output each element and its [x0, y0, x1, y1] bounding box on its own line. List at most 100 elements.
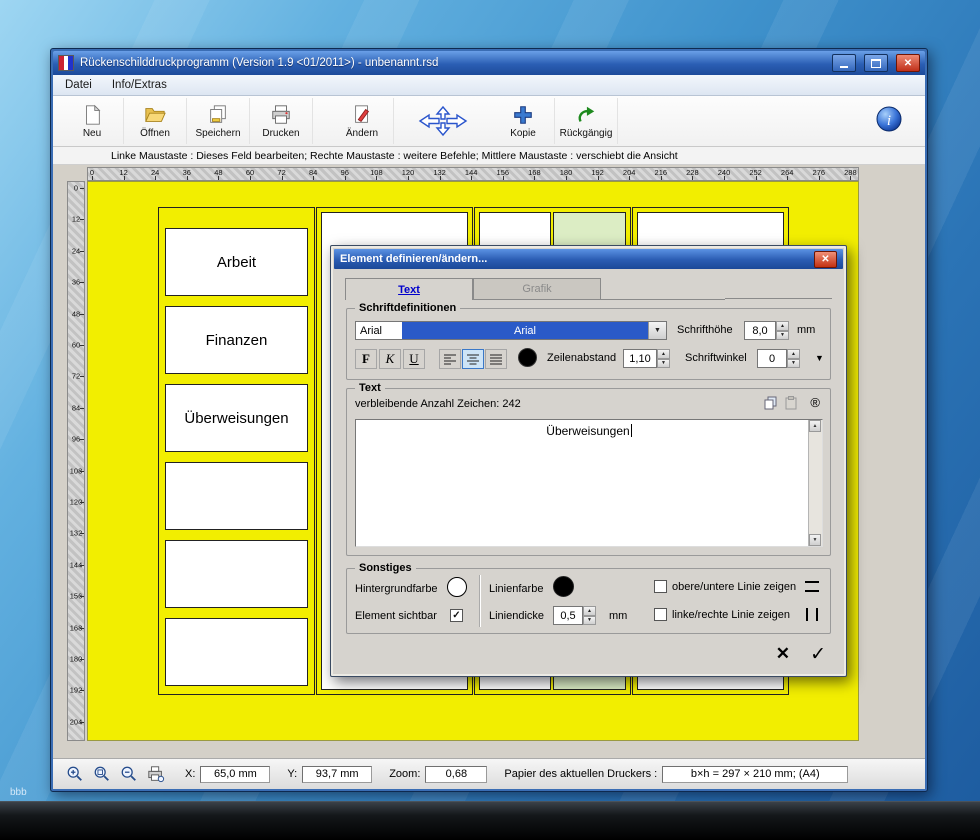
minimize-button[interactable]	[832, 54, 856, 72]
toolbar-button-drucken[interactable]: Drucken	[250, 98, 313, 144]
spin-up-button[interactable]: ▲	[583, 606, 596, 616]
zeilenabstand-value[interactable]: 1,10	[623, 349, 657, 368]
align-center-button[interactable]	[462, 349, 484, 369]
svg-text:i: i	[887, 113, 891, 129]
font-color-swatch[interactable]	[518, 348, 537, 367]
y-label: Y:	[287, 768, 298, 780]
line-color-swatch[interactable]	[553, 576, 574, 597]
tab-text[interactable]: Text	[345, 278, 473, 300]
label-cell[interactable]	[165, 618, 308, 686]
toolbar-button-neu[interactable]: Neu	[61, 98, 124, 144]
ruler-tick	[80, 439, 84, 441]
ruler-tick	[80, 376, 84, 378]
align-left-icon	[444, 354, 456, 364]
toolbar-button-rueckgaengig[interactable]: Rückgängig	[555, 98, 618, 144]
italic-label: K	[385, 351, 395, 366]
copy-icon	[764, 396, 776, 409]
spin-up-button[interactable]: ▲	[776, 321, 789, 331]
font-name-text: Arial	[360, 324, 383, 337]
remaining-chars-label: verbleibende Anzahl Zeichen: 242	[355, 398, 521, 410]
ruler-tick	[692, 176, 694, 180]
label-cell[interactable]: Finanzen	[165, 306, 308, 374]
horizontal-ruler: 0 12 24 36 48 60 72 84 96 108 120 132 144 156 168 180 19…	[87, 167, 859, 181]
scroll-down-icon: ▼	[812, 537, 818, 543]
dialog-titlebar[interactable]: Element definieren/ändern... ✕	[334, 249, 843, 269]
zoom-field[interactable]: 0,68	[425, 765, 488, 783]
print-preview-button[interactable]	[146, 764, 166, 784]
label-cell[interactable]	[165, 540, 308, 608]
schrifthoehe-value[interactable]: 8,0	[744, 321, 776, 340]
x-position-field[interactable]: 65,0 mm	[200, 765, 271, 783]
maximize-button[interactable]	[864, 54, 888, 72]
dialog-close-button[interactable]: ✕	[814, 250, 837, 268]
schriftwinkel-dropdown-button[interactable]: ▼	[815, 353, 824, 363]
ruler-tick	[566, 176, 567, 180]
zoom-in-button[interactable]	[65, 764, 85, 784]
ruler-tick	[92, 176, 93, 180]
close-button[interactable]: ✕	[896, 54, 920, 72]
label-cell[interactable]: Überweisungen	[165, 384, 308, 452]
font-family-combobox[interactable]: Arial Arial ▼	[355, 321, 667, 340]
tab-grafik[interactable]: Grafik	[473, 278, 601, 299]
liniendicke-value[interactable]: 0,5	[553, 606, 583, 625]
scroll-down-button[interactable]: ▼	[809, 534, 821, 546]
spin-up-button[interactable]: ▲	[787, 349, 800, 359]
zoom-out-button[interactable]	[119, 764, 139, 784]
spin-down-button[interactable]: ▼	[657, 358, 670, 368]
ruler-tick	[818, 176, 820, 180]
align-justify-icon	[490, 354, 502, 364]
ruler-tick	[344, 176, 346, 180]
toolbar-button-aendern[interactable]: Ändern	[331, 98, 394, 144]
element-visible-checkbox[interactable]: ✓	[450, 609, 463, 622]
align-left-button[interactable]	[439, 349, 461, 369]
label-cell[interactable]	[165, 462, 308, 530]
zoom-fit-button[interactable]	[92, 764, 112, 784]
align-justify-button[interactable]	[485, 349, 507, 369]
element-text-area[interactable]: Überweisungen ▲ ▼	[355, 419, 823, 547]
ruler-tick	[80, 313, 84, 315]
scroll-up-button[interactable]: ▲	[809, 420, 821, 432]
spin-up-button[interactable]: ▲	[657, 349, 670, 359]
top-bottom-line-checkbox[interactable]	[654, 580, 667, 593]
ruler-tick	[502, 176, 504, 180]
menu-item-datei[interactable]: Datei	[65, 79, 92, 91]
dialog-ok-button[interactable]: ✓	[810, 643, 826, 666]
paste-text-button[interactable]	[783, 395, 798, 410]
ruler-tick	[534, 176, 536, 180]
underline-button[interactable]: U	[403, 349, 425, 369]
menu-item-info-extras[interactable]: Info/Extras	[112, 79, 167, 91]
text-group: Text verbleibende Anzahl Zeichen: 242 ® …	[346, 382, 831, 556]
tab-label: Text	[398, 283, 420, 296]
combo-dropdown-button[interactable]: ▼	[648, 322, 666, 339]
copy-text-button[interactable]	[763, 395, 778, 410]
background-color-swatch[interactable]	[447, 577, 467, 597]
window-titlebar[interactable]: Rückenschilddruckprogramm (Version 1.9 <…	[53, 51, 925, 75]
spin-down-button[interactable]: ▼	[787, 358, 800, 368]
taskbar[interactable]	[0, 801, 980, 840]
copy-plus-icon	[510, 103, 536, 127]
dialog-cancel-button[interactable]: ✕	[776, 644, 790, 664]
toolbar-label: Öffnen	[140, 128, 170, 139]
ruler-tick	[724, 176, 725, 180]
toolbar-button-move[interactable]	[406, 98, 480, 144]
toolbar-button-oeffnen[interactable]: Öffnen	[124, 98, 187, 144]
spin-down-button[interactable]: ▼	[583, 615, 596, 625]
registered-symbol-button[interactable]: ®	[810, 395, 820, 410]
element-text: Überweisungen	[546, 424, 630, 438]
schriftwinkel-value[interactable]: 0	[757, 349, 787, 368]
italic-button[interactable]: K	[379, 349, 401, 369]
ruler-tick	[250, 176, 251, 180]
element-sichtbar-label: Element sichtbar	[355, 610, 437, 622]
paper-field: b×h = 297 × 210 mm; (A4)	[662, 765, 849, 783]
label-cell[interactable]: Arbeit	[165, 228, 308, 296]
textarea-scrollbar[interactable]: ▲ ▼	[808, 420, 822, 546]
info-button[interactable]: i	[875, 105, 903, 138]
toolbar-button-kopie[interactable]: Kopie	[492, 98, 555, 144]
bold-button[interactable]: F	[355, 349, 377, 369]
left-right-line-label: linke/rechte Linie zeigen	[672, 609, 791, 621]
left-right-line-checkbox[interactable]	[654, 608, 667, 621]
y-position-field[interactable]: 93,7 mm	[302, 765, 373, 783]
save-icon	[205, 103, 231, 127]
toolbar-button-speichern[interactable]: Speichern	[187, 98, 250, 144]
spin-down-button[interactable]: ▼	[776, 330, 789, 340]
